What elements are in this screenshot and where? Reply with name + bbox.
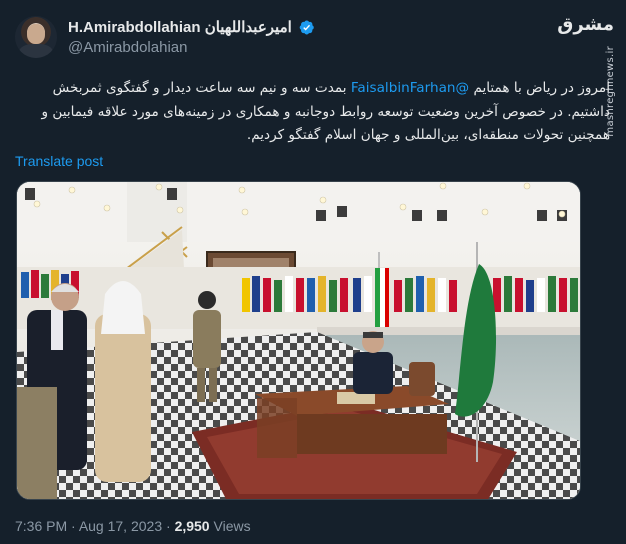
author-display-name[interactable]: H.Amirabdollahian امیرعبداللهیان <box>68 18 292 36</box>
tweet-text: امروز در ریاض با همتایم @FaisalbinFarhan… <box>14 77 610 148</box>
verified-badge-icon <box>299 20 314 34</box>
meta-separator: · <box>67 518 79 534</box>
tweet-meta: 7:36 PM · Aug 17, 2023 · 2,950 Views <box>15 518 251 534</box>
meeting-photo-illustration <box>17 182 580 499</box>
meta-separator-2: · <box>162 518 175 534</box>
author-avatar[interactable] <box>15 16 57 58</box>
watermark-logo: مشرق <box>557 14 614 35</box>
tweet-card: H.Amirabdollahian امیرعبداللهیان @Amirab… <box>0 0 626 544</box>
views-count: 2,950 <box>174 518 210 534</box>
tweet-text-start: امروز در ریاض با همتایم <box>469 80 610 96</box>
post-date[interactable]: Aug 17, 2023 <box>79 518 162 534</box>
tweet-photo[interactable] <box>16 181 581 500</box>
views-label: Views <box>209 518 251 534</box>
translate-post-link[interactable]: Translate post <box>15 153 103 169</box>
author-handle[interactable]: @Amirabdolahian <box>68 39 528 56</box>
mention-link[interactable]: @FaisalbinFarhan <box>351 80 469 96</box>
author-name-row: H.Amirabdollahian امیرعبداللهیان <box>68 17 528 37</box>
post-time[interactable]: 7:36 PM <box>15 518 67 534</box>
tweet-header: H.Amirabdollahian امیرعبداللهیان @Amirab… <box>68 17 528 56</box>
